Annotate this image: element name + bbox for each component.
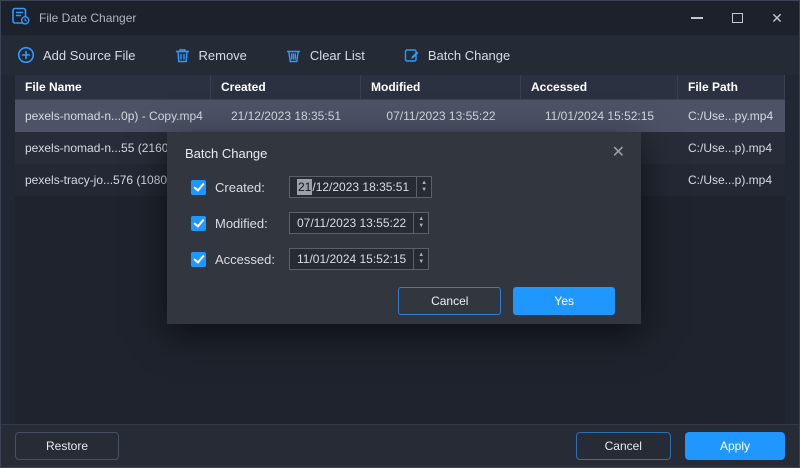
titlebar-left: File Date Changer <box>11 6 136 31</box>
window-title: File Date Changer <box>39 11 136 25</box>
restore-button[interactable]: Restore <box>15 432 119 460</box>
add-circle-icon <box>17 46 35 64</box>
selected-segment: 21 <box>297 179 312 195</box>
spin-down-icon[interactable]: ▼ <box>418 223 424 230</box>
titlebar: File Date Changer ✕ <box>1 1 799 35</box>
dialog-cancel-button[interactable]: Cancel <box>398 287 501 315</box>
created-datetime-input[interactable]: 21/12/2023 18:35:51 ▲ ▼ <box>289 176 432 198</box>
dialog-fields: Created: 21/12/2023 18:35:51 ▲ ▼ Modifie… <box>167 165 641 271</box>
app-icon <box>11 6 31 31</box>
cell-modified: 07/11/2023 13:55:22 <box>361 100 521 132</box>
trash-icon <box>174 47 191 64</box>
accessed-label: Accessed: <box>215 252 289 267</box>
created-spinner[interactable]: ▲ ▼ <box>416 177 431 197</box>
close-button[interactable]: ✕ <box>769 10 785 26</box>
maximize-icon <box>732 13 743 23</box>
batch-change-label: Batch Change <box>428 48 510 63</box>
cancel-button[interactable]: Cancel <box>576 432 671 460</box>
modified-datetime-input[interactable]: 07/11/2023 13:55:22 ▲ ▼ <box>289 212 429 234</box>
dialog-header: Batch Change ✕ <box>167 132 641 165</box>
spin-up-icon[interactable]: ▲ <box>421 180 427 187</box>
add-source-file-label: Add Source File <box>43 48 136 63</box>
accessed-field-row: Accessed: 11/01/2024 15:52:15 ▲ ▼ <box>191 247 641 271</box>
dialog-close-icon[interactable]: ✕ <box>612 145 625 161</box>
toolbar: Add Source File Remove Clea <box>1 35 799 75</box>
remove-label: Remove <box>199 48 247 63</box>
created-datetime-value: 21/12/2023 18:35:51 <box>290 177 416 197</box>
add-source-file-button[interactable]: Add Source File <box>17 46 136 64</box>
clear-list-icon <box>285 47 302 64</box>
spin-up-icon[interactable]: ▲ <box>418 216 424 223</box>
column-header-file-path[interactable]: File Path <box>678 75 785 99</box>
modified-spinner[interactable]: ▲ ▼ <box>413 213 428 233</box>
spin-down-icon[interactable]: ▼ <box>418 259 424 266</box>
table-row[interactable]: pexels-nomad-n...0p) - Copy.mp4 21/12/20… <box>15 100 785 132</box>
created-field-row: Created: 21/12/2023 18:35:51 ▲ ▼ <box>191 175 641 199</box>
maximize-button[interactable] <box>729 10 745 26</box>
accessed-spinner[interactable]: ▲ ▼ <box>413 249 428 269</box>
column-header-file-name[interactable]: File Name <box>15 75 211 99</box>
modified-datetime-value: 07/11/2023 13:55:22 <box>290 213 413 233</box>
cell-accessed: 11/01/2024 15:52:15 <box>521 100 678 132</box>
cell-created: 21/12/2023 18:35:51 <box>211 100 361 132</box>
spin-up-icon[interactable]: ▲ <box>418 252 424 259</box>
footer-right: Cancel Apply <box>576 432 785 460</box>
batch-edit-icon <box>403 47 420 64</box>
cell-file-name: pexels-nomad-n...0p) - Copy.mp4 <box>15 100 211 132</box>
dialog-buttons: Cancel Yes <box>167 271 641 315</box>
column-header-accessed[interactable]: Accessed <box>521 75 678 99</box>
modified-field-row: Modified: 07/11/2023 13:55:22 ▲ ▼ <box>191 211 641 235</box>
modified-label: Modified: <box>215 216 289 231</box>
created-checkbox[interactable] <box>191 180 206 195</box>
rest-segment: /12/2023 18:35:51 <box>312 180 409 194</box>
clear-list-label: Clear List <box>310 48 365 63</box>
app-window: File Date Changer ✕ Add Source File <box>0 0 800 468</box>
cell-file-path: C:/Use...p).mp4 <box>678 132 785 164</box>
apply-button[interactable]: Apply <box>685 432 785 460</box>
accessed-datetime-value: 11/01/2024 15:52:15 <box>290 249 413 269</box>
cell-file-path: C:/Use...p).mp4 <box>678 164 785 196</box>
cell-file-path: C:/Use...py.mp4 <box>678 100 785 132</box>
batch-change-dialog: Batch Change ✕ Created: 21/12/2023 18:35… <box>167 132 641 324</box>
accessed-checkbox[interactable] <box>191 252 206 267</box>
modified-checkbox[interactable] <box>191 216 206 231</box>
accessed-datetime-input[interactable]: 11/01/2024 15:52:15 ▲ ▼ <box>289 248 429 270</box>
minimize-icon <box>691 17 703 19</box>
column-header-created[interactable]: Created <box>211 75 361 99</box>
table-header: File Name Created Modified Accessed File… <box>15 75 785 100</box>
created-label: Created: <box>215 180 289 195</box>
dialog-title: Batch Change <box>185 146 267 161</box>
dialog-yes-button[interactable]: Yes <box>513 287 615 315</box>
window-controls: ✕ <box>689 10 785 26</box>
footer-bar: Restore Cancel Apply <box>1 424 799 467</box>
batch-change-button[interactable]: Batch Change <box>403 47 510 64</box>
spin-down-icon[interactable]: ▼ <box>421 187 427 194</box>
remove-button[interactable]: Remove <box>174 47 247 64</box>
minimize-button[interactable] <box>689 10 705 26</box>
clear-list-button[interactable]: Clear List <box>285 47 365 64</box>
column-header-modified[interactable]: Modified <box>361 75 521 99</box>
